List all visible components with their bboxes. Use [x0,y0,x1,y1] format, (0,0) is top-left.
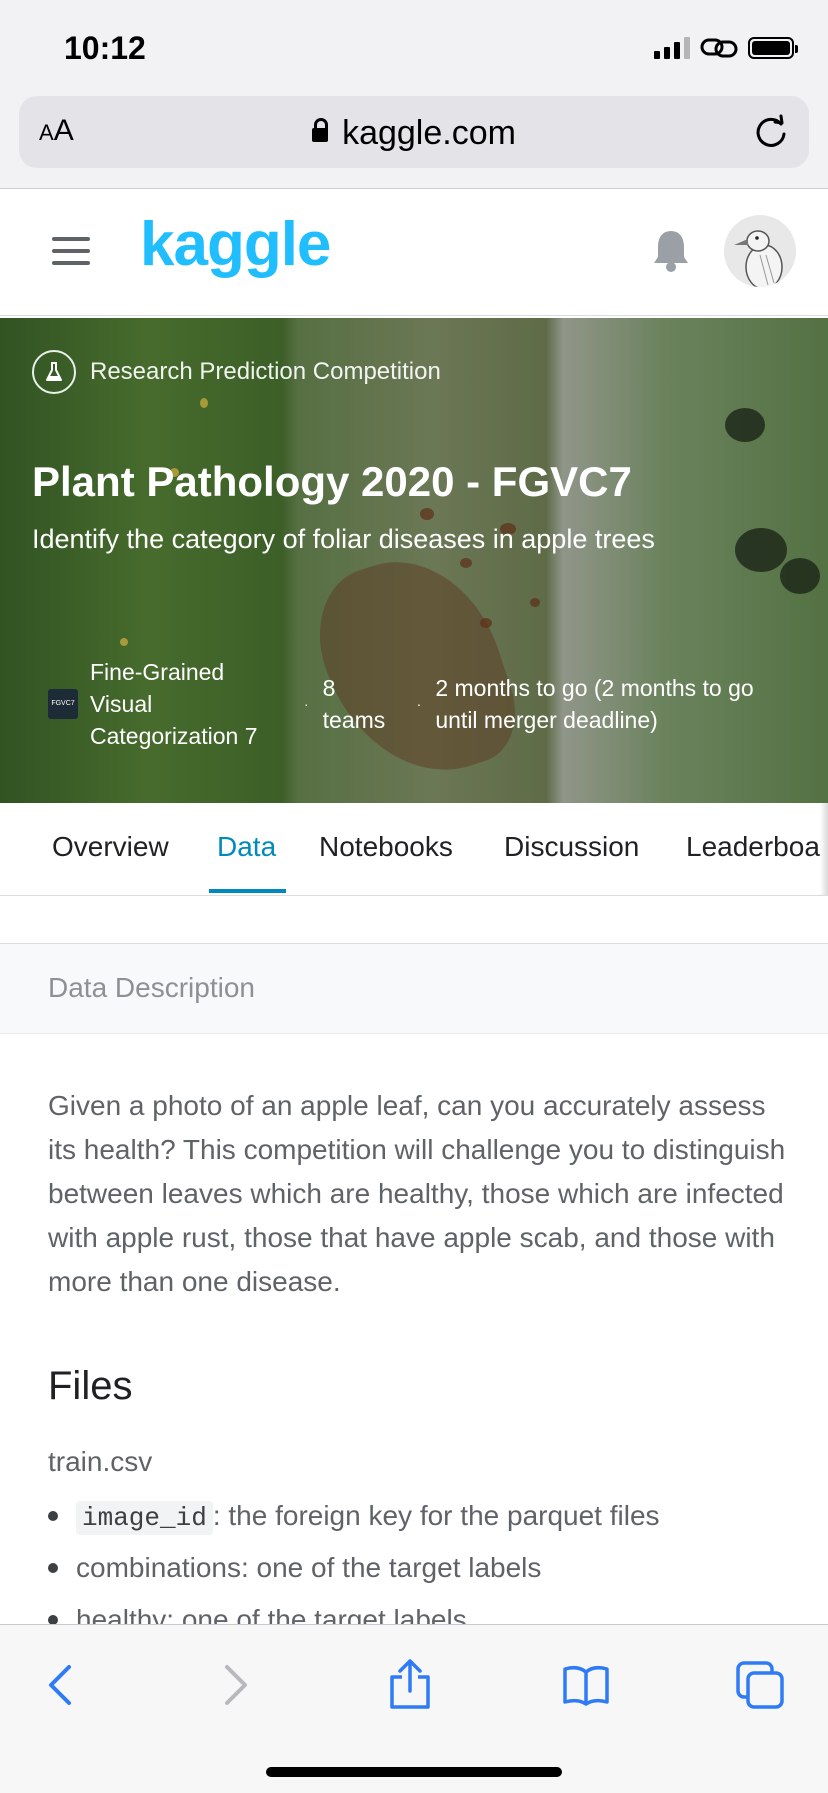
time-remaining: 2 months to go (2 months to go until mer… [435,675,754,733]
competition-hero-banner: Research Prediction Competition Plant Pa… [0,318,828,803]
list-item-text: combinations: one of the target labels [76,1552,542,1583]
tab-discussion[interactable]: Discussion [504,831,639,863]
lock-icon [312,118,329,142]
competition-tabs: Overview Data Notebooks Discussion Leade… [0,803,828,896]
share-icon [390,1659,430,1709]
competition-subtitle: Identify the category of foliar diseases… [32,524,655,554]
url-text: kaggle.com [342,114,516,152]
tabs-button[interactable] [730,1655,790,1715]
list-item: combinations: one of the target labels [48,1542,808,1594]
menu-icon[interactable] [52,237,90,273]
competition-type-label: Research Prediction Competition [90,358,441,385]
separator-dot: · [304,696,309,712]
back-button[interactable] [30,1655,90,1715]
book-icon [563,1666,609,1706]
bookmarks-button[interactable] [556,1655,616,1715]
tab-leaderboard[interactable]: Leaderboa [686,831,820,863]
competition-type: Research Prediction Competition [32,350,441,394]
data-description-header: Data Description [0,944,828,1034]
kaggle-header: kaggle [0,189,828,316]
forward-button[interactable] [206,1655,266,1715]
competition-meta: FGVC7 Fine-Grained Visual Categorization… [48,656,775,752]
browser-toolbar [0,1624,828,1793]
status-bar: 10:12 [0,0,828,92]
chevron-right-icon [225,1665,247,1705]
tabs-icon [736,1661,784,1709]
tab-notebooks[interactable]: Notebooks [319,831,453,863]
chevron-left-icon [49,1665,71,1705]
organization-logo[interactable]: FGVC7 [48,689,78,719]
separator-dot: · [416,696,422,712]
list-item: image_id: the foreign key for the parque… [48,1490,808,1542]
reload-icon[interactable] [751,112,791,152]
data-description-text: Given a photo of an apple leaf, can you … [48,1090,786,1297]
tab-data[interactable]: Data [217,831,276,863]
address-bar[interactable]: AA kaggle.com [19,96,809,168]
share-button[interactable] [380,1655,440,1715]
competition-title: Plant Pathology 2020 - FGVC7 [32,458,632,505]
goose-avatar-icon [734,230,783,287]
link-icon [700,38,738,58]
cellular-signal-icon [654,37,690,59]
battery-icon [748,37,798,59]
user-avatar[interactable] [724,215,796,287]
tabs-scroll-shadow [820,803,828,895]
data-description-title: Data Description [48,972,255,1003]
status-time: 10:12 [64,30,146,66]
status-icons [654,36,798,60]
section-spacer [0,896,828,944]
notification-bell-icon[interactable] [650,227,692,273]
column-code: image_id [76,1501,213,1535]
home-indicator [266,1767,562,1777]
list-item-text: : the foreign key for the parquet files [212,1500,660,1531]
organization-name[interactable]: Fine-Grained Visual Categorization 7 [90,656,290,752]
browser-address-area: AA kaggle.com [0,92,828,189]
file-name: train.csv [48,1446,153,1477]
files-heading: Files [48,1364,133,1408]
tab-overview[interactable]: Overview [52,831,169,863]
kaggle-logo[interactable]: kaggle [140,209,331,280]
file-columns-list: image_id: the foreign key for the parque… [48,1490,808,1646]
team-count: 8 teams [322,675,386,733]
url-display[interactable]: kaggle.com [19,114,809,153]
flask-icon [32,350,76,394]
active-tab-indicator [209,889,286,893]
